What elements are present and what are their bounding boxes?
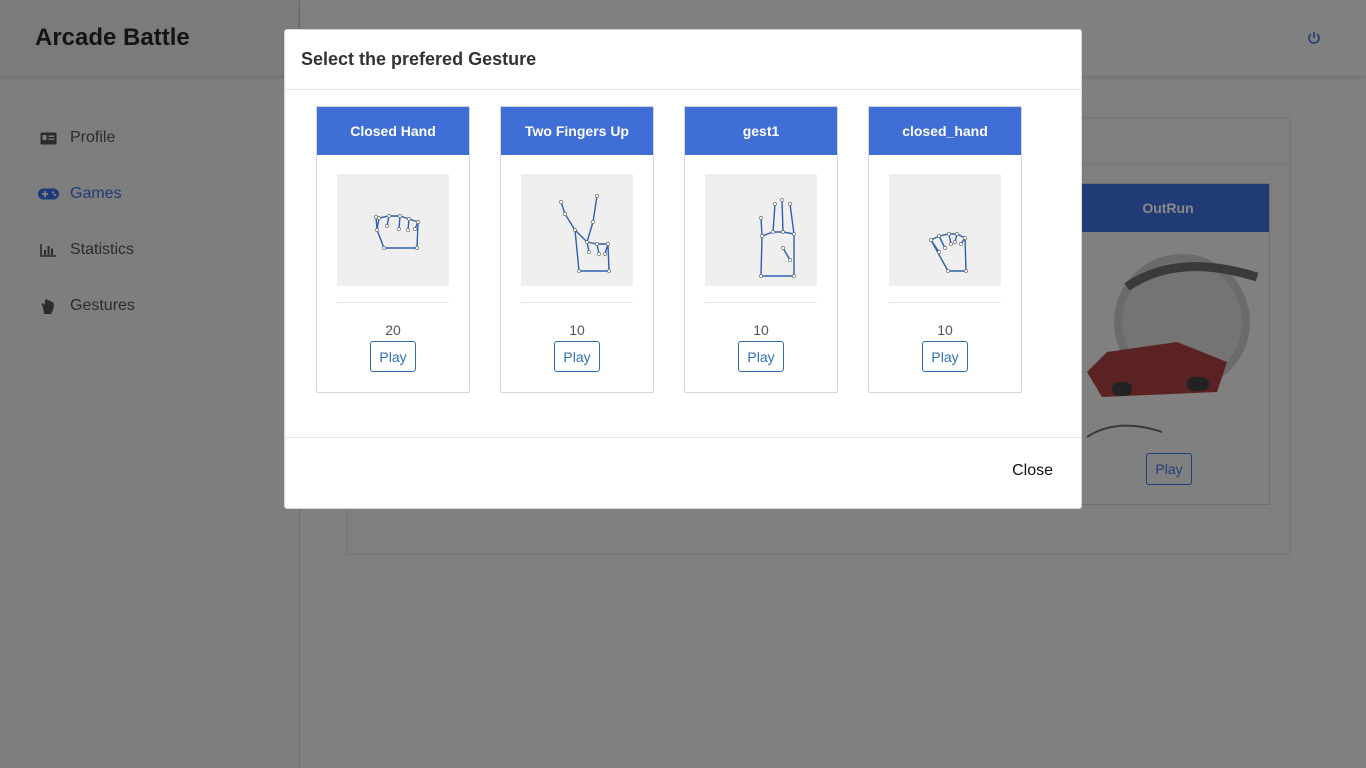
game-card-title: OutRun (1067, 184, 1269, 232)
gesture-play-button[interactable]: Play (738, 341, 784, 372)
gesture-divider (889, 302, 1001, 303)
gesture-divider (337, 302, 449, 303)
app-title: Arcade Battle (35, 24, 190, 51)
gesture-card: Closed Hand 20 Play (316, 106, 470, 393)
sidebar-item-label: Gestures (70, 297, 135, 314)
sidebar-item-games[interactable]: Games (0, 166, 299, 222)
gesture-count: 10 (569, 322, 585, 338)
gesture-play-button[interactable]: Play (922, 341, 968, 372)
gesture-preview-image (337, 174, 449, 286)
gesture-card: Two Fingers Up 10 Play (500, 106, 654, 393)
modal-body: Closed Hand 20 Play Two Fingers Up 10 Pl… (285, 90, 1081, 439)
sidebar-item-profile[interactable]: Profile (0, 110, 299, 166)
game-cover-image (1086, 254, 1259, 438)
gesture-divider (521, 302, 633, 303)
sidebar-item-label: Statistics (70, 241, 135, 258)
gesture-divider (705, 302, 817, 303)
gesture-count: 20 (385, 322, 401, 338)
modal-footer: Close (285, 437, 1081, 508)
hand-icon (35, 298, 61, 314)
sidebar-item-statistics[interactable]: Statistics (0, 222, 299, 278)
gesture-preview-image (889, 174, 1001, 286)
sidebar-item-gestures[interactable]: Gestures (0, 278, 299, 334)
id-card-icon (35, 132, 61, 145)
gesture-modal: Select the prefered Gesture Closed Hand … (284, 29, 1082, 509)
sidebar-item-label: Profile (70, 129, 116, 146)
gesture-card: closed_hand 10 Play (868, 106, 1022, 393)
sidebar-item-label: Games (70, 185, 122, 202)
gesture-count: 10 (937, 322, 953, 338)
gesture-name: closed_hand (869, 107, 1021, 155)
brand: Arcade Battle (0, 0, 299, 76)
gesture-play-button[interactable]: Play (554, 341, 600, 372)
sidebar: Arcade Battle Profile Games Statistics G… (0, 0, 300, 768)
gesture-name: gest1 (685, 107, 837, 155)
sidebar-nav: Profile Games Statistics Gestures (0, 76, 299, 334)
gesture-play-button[interactable]: Play (370, 341, 416, 372)
gesture-name: Two Fingers Up (501, 107, 653, 155)
gesture-preview-image (521, 174, 633, 286)
gesture-count: 10 (753, 322, 769, 338)
power-icon[interactable] (1306, 30, 1322, 46)
game-card-outrun: OutRun Play (1066, 183, 1270, 505)
game-play-button: Play (1146, 453, 1192, 485)
modal-header: Select the prefered Gesture (285, 30, 1081, 90)
gesture-card: gest1 10 Play (684, 106, 838, 393)
modal-title: Select the prefered Gesture (301, 49, 537, 69)
bar-chart-icon (35, 243, 61, 257)
gamepad-icon (35, 188, 61, 200)
gesture-name: Closed Hand (317, 107, 469, 155)
gesture-preview-image (705, 174, 817, 286)
close-button[interactable]: Close (1012, 462, 1053, 480)
